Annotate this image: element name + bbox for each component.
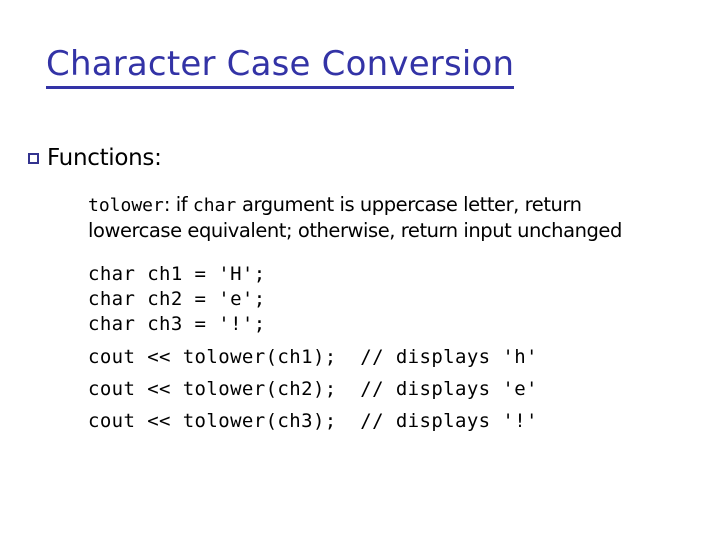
code-line: cout << tolower(ch2); // displays 'e'	[88, 378, 538, 400]
code-line: cout << tolower(ch3); // displays '!'	[88, 410, 538, 432]
bullet-item-functions: Functions:	[28, 144, 698, 172]
slide-body: Functions: tolower: if char argument is …	[28, 144, 698, 437]
function-name-token: tolower	[88, 194, 164, 216]
code-line: char ch2 = 'e';	[88, 288, 266, 310]
code-line: char ch1 = 'H';	[88, 263, 266, 285]
sub-content-block: tolower: if char argument is uppercase l…	[88, 192, 678, 438]
slide-canvas: Character Case Conversion Functions: tol…	[0, 0, 720, 540]
page-title: Character Case Conversion	[46, 44, 515, 89]
code-line: cout << tolower(ch1); // displays 'h'	[88, 346, 538, 368]
code-block-declarations: char ch1 = 'H'; char ch2 = 'e'; char ch3…	[88, 262, 678, 337]
bullet-item-label: Functions:	[47, 145, 162, 171]
code-block-statements: cout << tolower(ch1); // displays 'h' co…	[88, 341, 678, 437]
code-line: char ch3 = '!';	[88, 313, 266, 335]
function-description: tolower: if char argument is uppercase l…	[88, 192, 678, 243]
square-bullet-icon	[28, 153, 39, 164]
description-part-1: : if	[163, 192, 193, 216]
type-name-token: char	[192, 194, 237, 216]
